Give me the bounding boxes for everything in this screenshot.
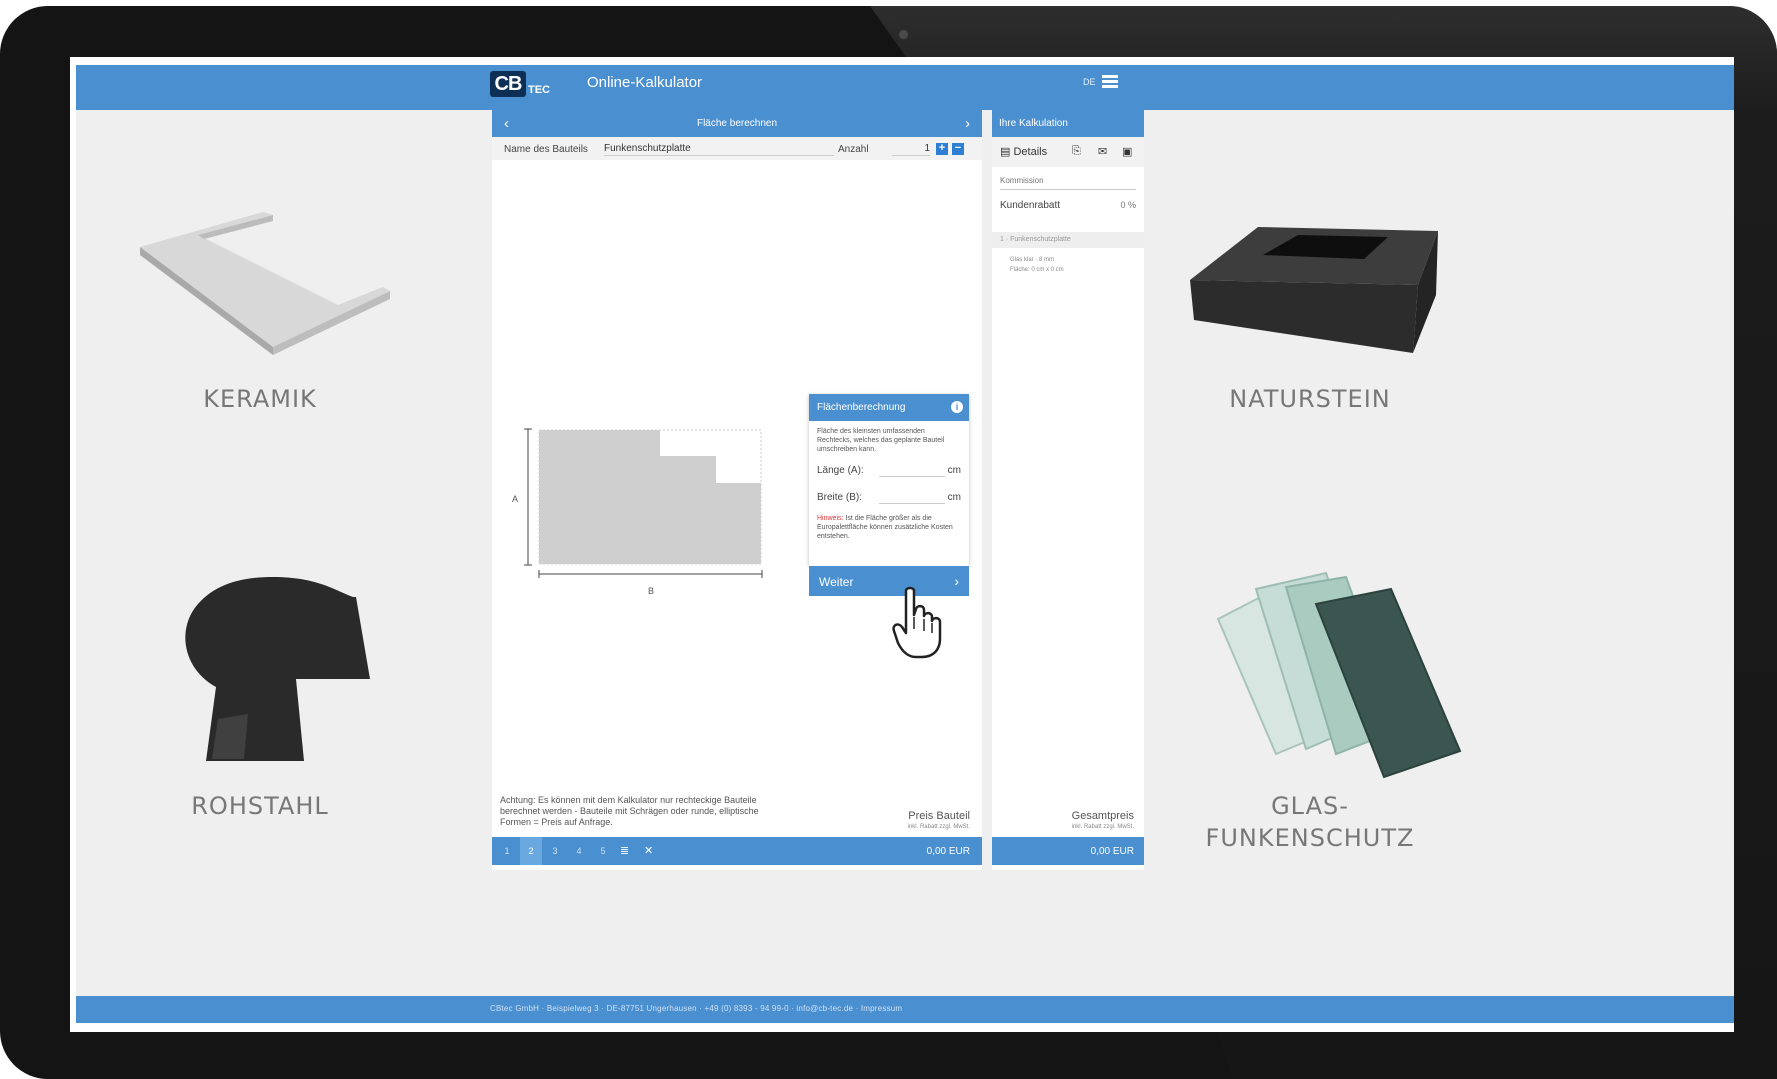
total-price-subtext: inkl. Rabatt zzgl. MwSt. [1071,824,1134,830]
email-icon[interactable]: ✉ [1098,145,1107,158]
naturstein-image [1190,227,1438,353]
footer-text: CBtec GmbH · Beispielweg 3 · DE-87751 Un… [490,1004,903,1013]
step-2[interactable]: 2 [520,837,542,865]
discount-row: Kundenrabatt 0 % [1000,200,1136,211]
page-footer: CBtec GmbH · Beispielweg 3 · DE-87751 Un… [76,996,1734,1023]
glas-funkenschutz-image [1216,571,1462,779]
component-name-row: Name des Bauteils Anzahl + − [492,137,982,160]
document-icon: ▤ [1000,146,1011,158]
dimension-b-label: B [648,586,655,596]
length-input[interactable] [879,463,945,477]
width-input[interactable] [879,490,945,504]
rohstahl-image [185,577,370,761]
step-3[interactable]: 3 [544,837,566,865]
decrement-button[interactable]: − [952,143,964,155]
price-label: Preis Bauteil [908,810,970,822]
sidebar-title: Ihre Kalkulation [999,118,1068,129]
commission-input[interactable] [1000,172,1136,190]
calculator-header: ‹ Fläche berechnen › [492,110,982,137]
calculator-footer: 1 2 3 4 5 ≣ ✕ 0,00 EUR [492,837,982,865]
discount-label: Kundenrabatt [1000,200,1061,211]
keramik-image [140,212,390,355]
logo-mark: CB [490,71,526,97]
screen: CB TEC Online-Kalkulator DE KERAMIK NATU… [70,57,1734,1032]
step-1[interactable]: 1 [496,837,518,865]
calculator-panel: ‹ Fläche berechnen › Name des Bauteils A… [492,110,982,870]
weiter-label: Weiter [819,575,854,589]
details-label: Details [1013,146,1048,158]
item-detail-1: Glas klar · 8 mm [1010,257,1055,263]
camera-icon [897,28,910,41]
price-subtext: inkl. Rabatt zzgl. MwSt. [907,824,970,830]
length-field: Länge (A): cm [817,454,961,481]
sidebar-toolbar: ▤ Details ⎘ ✉ ▣ [992,137,1144,167]
pointer-hand-icon [892,586,942,659]
area-calculation-box: Flächenberechnung i Fläche des kleinsten… [809,394,969,566]
width-unit: cm [947,492,961,503]
component-total: 0,00 EUR [926,846,970,857]
list-icon[interactable]: ≣ [620,837,629,865]
discount-value[interactable]: 0 % [1120,200,1136,210]
count-label: Anzahl [838,144,869,155]
save-icon[interactable]: ▣ [1122,145,1132,158]
hamburger-menu-icon[interactable] [1102,75,1118,88]
area-box-description: Fläche des kleinsten umfassenden Rechtec… [817,428,945,453]
brand-logo[interactable]: CB TEC [490,67,550,97]
rohstahl-label: ROHSTAHL [191,792,329,820]
sidebar-header: Ihre Kalkulation [992,110,1144,137]
item-detail-2: Fläche: 0 cm x 0 cm [1010,267,1064,273]
naturstein-label: NATURSTEIN [1229,385,1391,413]
length-label: Länge (A): [817,465,864,476]
close-icon[interactable]: ✕ [644,837,653,865]
sidebar-footer: 0,00 EUR [992,837,1144,865]
details-button[interactable]: ▤ Details [1000,145,1047,158]
step-5[interactable]: 5 [592,837,614,865]
increment-button[interactable]: + [936,143,948,155]
calculation-item-title[interactable]: 1 · Funkenschutzplatte [992,232,1144,248]
component-name-input[interactable] [604,142,834,156]
calculator-title: Fläche berechnen [696,118,778,129]
area-box-hint: Hinweis: Ist die Fläche größer als die E… [817,514,961,541]
keramik-label: KERAMIK [203,385,317,413]
language-switcher[interactable]: DE [1083,77,1096,87]
pdf-icon[interactable]: ⎘ [1072,145,1081,158]
top-navbar [76,65,1734,110]
length-unit: cm [947,465,961,476]
step-4[interactable]: 4 [568,837,590,865]
glas-label-line1: GLAS- [1271,792,1349,820]
name-label: Name des Bauteils [504,144,588,155]
area-box-header: Flächenberechnung i [809,394,969,421]
info-icon[interactable]: i [951,401,963,413]
calculation-sidebar: Ihre Kalkulation ▤ Details ⎘ ✉ ▣ Kundenr… [992,110,1144,870]
count-input[interactable] [892,142,930,156]
calculator-note: Achtung: Es können mit dem Kalkulator nu… [500,795,759,827]
area-box-title: Flächenberechnung [817,402,906,413]
total-price-label: Gesamtpreis [1071,810,1134,822]
glas-label-line2: FUNKENSCHUTZ [1205,824,1415,852]
next-arrow-icon[interactable]: › [965,115,970,132]
width-field: Breite (B): cm [817,481,961,508]
dimension-a-label: A [512,494,519,504]
grand-total: 0,00 EUR [1090,846,1134,857]
page-title: Online-Kalkulator [587,74,703,91]
logo-subtext: TEC [528,84,550,96]
hint-label: Hinweis: [817,515,844,522]
width-label: Breite (B): [817,492,863,503]
